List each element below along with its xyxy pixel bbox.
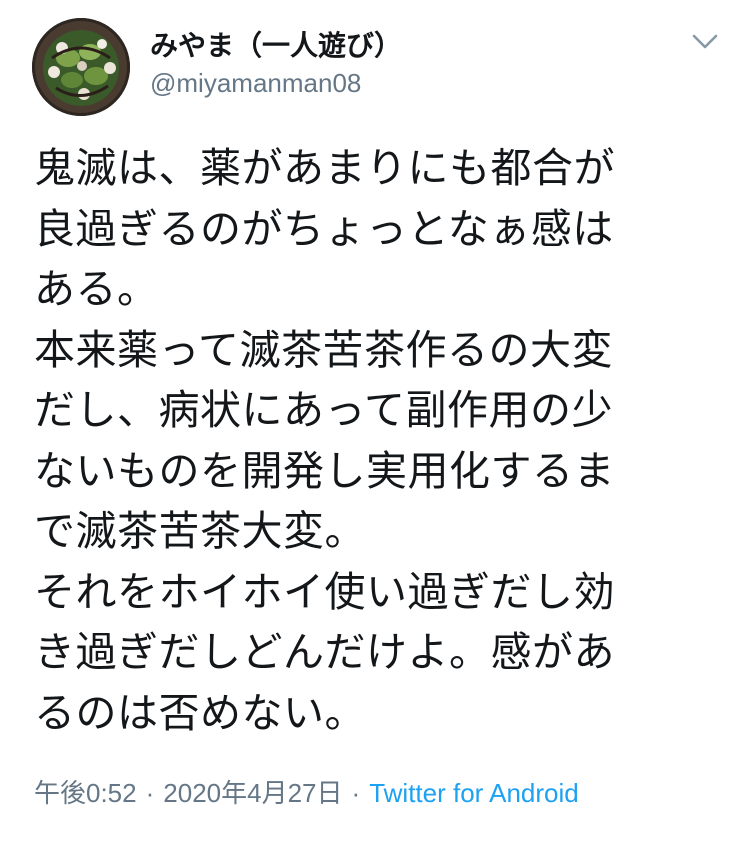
tweet-detail: みやま（一人遊び） @miyamanman08 鬼滅は、薬があまりにも都合が 良… xyxy=(0,0,750,841)
avatar[interactable] xyxy=(32,18,130,116)
author-display-name[interactable]: みやま（一人遊び） xyxy=(150,24,402,64)
author-handle[interactable]: @miyamanman08 xyxy=(150,68,361,99)
meta-separator: · xyxy=(145,778,155,808)
tweet-metadata: 午後0:52 · 2020年4月27日 · Twitter for Android xyxy=(34,773,579,810)
tweet-time: 午後0:52 xyxy=(34,778,137,808)
meta-separator: · xyxy=(351,778,361,808)
chevron-down-icon[interactable] xyxy=(690,30,720,54)
tweet-date[interactable]: 2020年4月27日 xyxy=(163,778,342,808)
tweet-text: 鬼滅は、薬があまりにも都合が 良過ぎるのがちょっとなぁ感は ある。 本来薬って滅… xyxy=(34,144,615,737)
tweet-source-link[interactable]: Twitter for Android xyxy=(369,778,579,808)
avatar-food-photo-icon xyxy=(32,18,130,116)
